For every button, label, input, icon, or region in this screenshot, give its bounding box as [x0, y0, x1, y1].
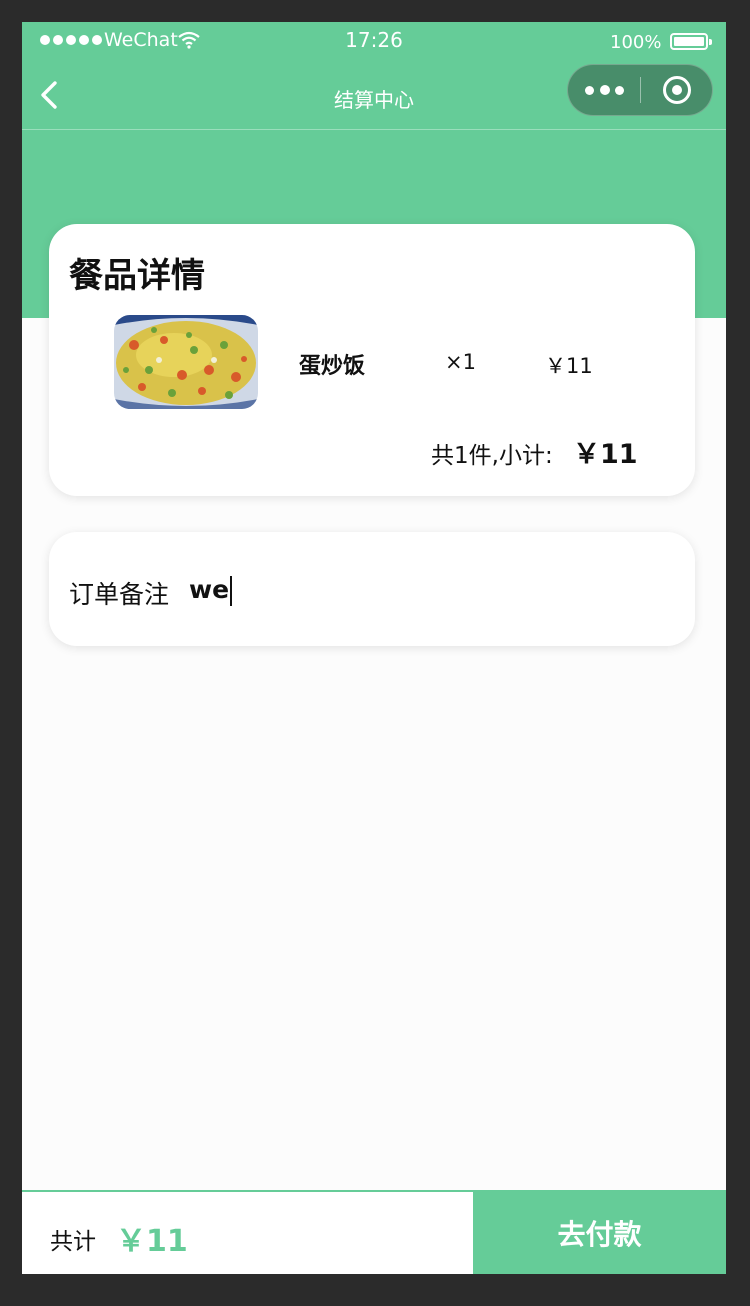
dish-name: 蛋炒饭	[299, 354, 366, 379]
status-bar: WeChat 17:26 100%	[22, 22, 726, 62]
navigation-bar: 结算中心	[22, 62, 726, 130]
total-label: 共计	[50, 1229, 96, 1255]
pay-button[interactable]: 去付款	[473, 1192, 726, 1274]
order-note-input[interactable]: we	[189, 570, 649, 610]
mini-program-capsule	[567, 64, 713, 116]
subtotal-value: ￥11	[573, 439, 638, 470]
order-note-value: we	[189, 575, 230, 604]
checkout-bar: 共计 ￥11 去付款	[22, 1190, 726, 1274]
battery-percentage: 100%	[610, 32, 662, 53]
order-note-label: 订单备注	[69, 580, 170, 609]
dish-quantity: ×1	[445, 350, 476, 374]
dish-price: ￥11	[545, 354, 593, 378]
close-target-icon[interactable]	[642, 65, 714, 115]
subtotal-label: 共1件,小计:	[431, 443, 553, 469]
battery-icon	[670, 33, 712, 50]
more-dots-icon[interactable]	[568, 65, 640, 115]
capsule-divider	[640, 77, 641, 103]
total-value: ￥11	[116, 1224, 188, 1259]
fried-rice-photo	[114, 315, 258, 409]
text-caret	[230, 576, 233, 606]
order-detail-card: 餐品详情 蛋炒饭 ×1 ￥11 共1件,小计: ￥11	[49, 224, 695, 496]
order-note-card: 订单备注 we	[49, 532, 695, 646]
phone-screen: WeChat 17:26 100% 结算中心 餐品详情 蛋炒饭 ×1 ￥11 共…	[22, 22, 726, 1274]
order-detail-title: 餐品详情	[69, 256, 205, 296]
